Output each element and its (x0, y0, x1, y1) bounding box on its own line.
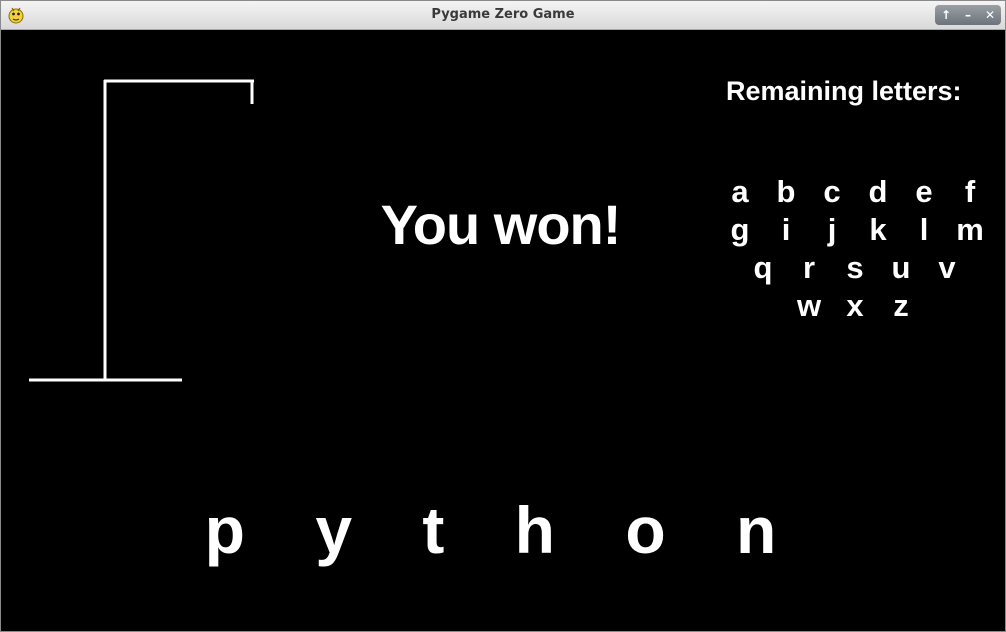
remaining-letters-heading: Remaining letters: (726, 76, 962, 106)
remaining-letter: z (893, 288, 909, 323)
maximize-button[interactable]: ↑ (937, 6, 955, 24)
window-controls: ↑ – ✕ (935, 5, 1001, 25)
win-message: You won! (380, 193, 622, 256)
game-window: Pygame Zero Game ↑ – ✕ Remaining letters… (0, 0, 1006, 632)
letter-row: wxz (715, 288, 995, 326)
remaining-letter: w (796, 288, 822, 323)
window-title: Pygame Zero Game (431, 7, 575, 22)
close-button[interactable]: ✕ (981, 6, 999, 24)
solved-word: p y t h o n (204, 493, 803, 567)
remaining-letter: x (846, 288, 864, 323)
minimize-button[interactable]: – (959, 6, 977, 24)
game-canvas[interactable]: Remaining letters: abcdefgijklmqrsuvwxz … (4, 30, 1003, 629)
title-bar[interactable]: Pygame Zero Game ↑ – ✕ (1, 1, 1005, 30)
